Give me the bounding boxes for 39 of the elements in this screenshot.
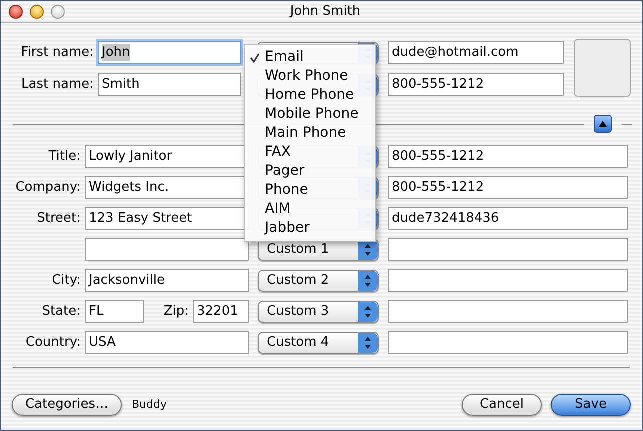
text-field[interactable]: Smith: [98, 73, 241, 96]
image-well[interactable]: [574, 39, 631, 97]
text-field[interactable]: 800-555-1212: [388, 145, 628, 168]
text-field[interactable]: John: [98, 41, 241, 64]
window-title: John Smith: [290, 2, 361, 21]
popup-button[interactable]: Custom 2: [258, 270, 379, 292]
text-field[interactable]: Jacksonville: [85, 269, 249, 292]
popup-button[interactable]: Custom 3: [258, 300, 379, 322]
popup-button[interactable]: Custom 4: [258, 332, 379, 354]
text-field[interactable]: FL: [85, 300, 144, 323]
field-label: First name:: [20, 44, 95, 62]
field-label: Title:: [48, 148, 82, 166]
default-button[interactable]: Save: [551, 394, 631, 416]
close-button[interactable]: [9, 4, 23, 18]
triangle-up-icon: [599, 121, 607, 127]
collapse-button[interactable]: [594, 115, 612, 133]
text-field[interactable]: 800-555-1212: [388, 176, 628, 199]
menu-item[interactable]: Work Phone: [245, 67, 375, 86]
field-label: Last name:: [20, 76, 95, 94]
text-field[interactable]: 800-555-1212: [388, 73, 564, 96]
field-label: Street:: [36, 210, 82, 228]
push-button[interactable]: Cancel: [462, 394, 542, 416]
menu-item[interactable]: Email: [245, 48, 375, 67]
text-field[interactable]: dude732418436: [388, 207, 628, 230]
text-field[interactable]: dude@hotmail.com: [388, 41, 564, 64]
categories-button[interactable]: Categories…: [12, 394, 122, 416]
menu-item[interactable]: Mobile Phone: [245, 105, 375, 124]
category-text: Buddy: [132, 396, 167, 413]
field-label: Country:: [24, 334, 82, 352]
field-label: City:: [51, 272, 82, 290]
minimize-button[interactable]: [30, 4, 44, 18]
text-field[interactable]: USA: [85, 331, 249, 354]
field-label: Company:: [14, 178, 82, 197]
menu-item[interactable]: Home Phone: [245, 86, 375, 105]
text-field[interactable]: 32201: [193, 300, 249, 323]
field-label: State:: [41, 302, 82, 321]
zoom-button[interactable]: [51, 4, 65, 18]
menu-item[interactable]: Main Phone: [245, 124, 375, 143]
field-label: Zip:: [162, 302, 190, 321]
